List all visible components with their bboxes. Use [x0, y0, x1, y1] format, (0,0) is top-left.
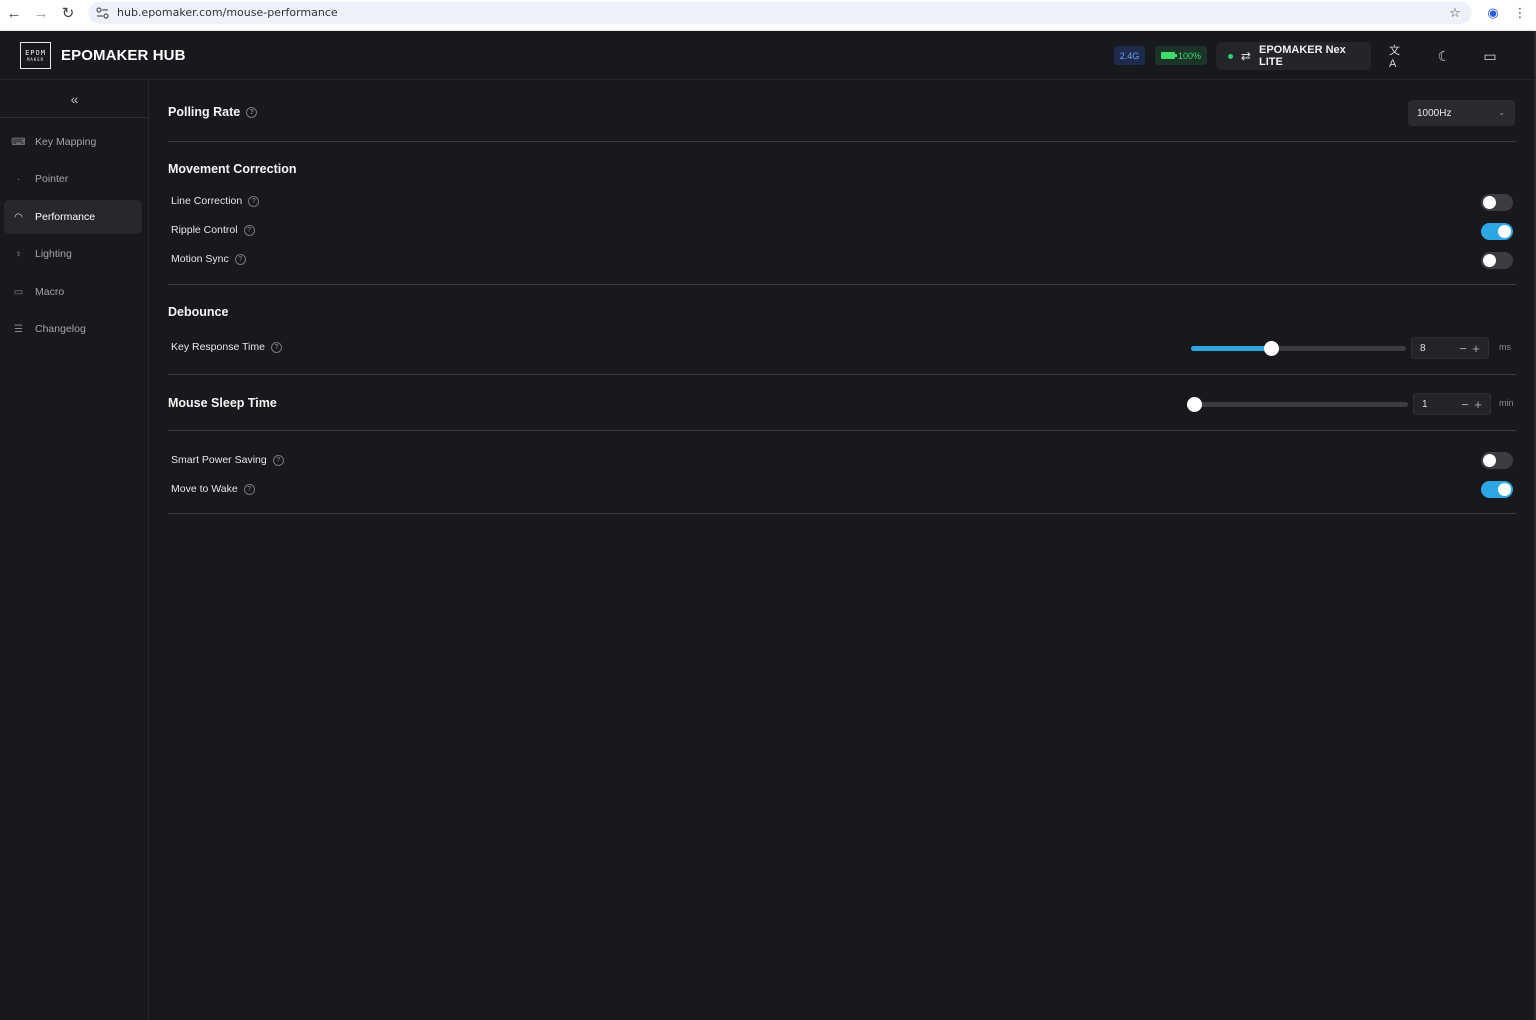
translate-icon[interactable]: 文A	[1389, 45, 1407, 70]
sidebar-item-pointer[interactable]: · Pointer	[4, 162, 142, 196]
mouse-sleep-time-title: Mouse Sleep Time	[168, 396, 277, 410]
sidebar-item-performance[interactable]: ◠ Performance	[4, 200, 142, 234]
toggle-knob	[1498, 483, 1511, 496]
divider	[168, 141, 1516, 142]
pointer-icon: ·	[16, 173, 21, 185]
slider-fill	[1191, 346, 1271, 351]
slider-thumb[interactable]	[1187, 397, 1202, 412]
connection-badge: 2.4G	[1114, 46, 1145, 65]
slider-thumb[interactable]	[1263, 341, 1279, 356]
divider	[168, 430, 1516, 431]
browser-toolbar: ← → ↻ hub.epomaker.com/mouse-performance…	[0, 0, 1536, 31]
swap-icon: ⇄	[1240, 49, 1251, 63]
forward-icon[interactable]: →	[30, 0, 52, 26]
ripple-control-label: Ripple Control ?	[171, 224, 255, 236]
gauge-icon: ◠	[14, 211, 23, 223]
epomaker-logo: EPOM MAKER	[20, 42, 51, 69]
sleep-time-stepper[interactable]: 1 − +	[1413, 393, 1491, 415]
bookmark-star-icon[interactable]: ☆	[1445, 4, 1465, 22]
smart-power-saving-toggle[interactable]	[1481, 452, 1513, 469]
keyboard-icon: ⌨	[11, 136, 26, 148]
move-to-wake-label: Move to Wake ?	[171, 483, 255, 495]
chevron-down-icon: ⌄	[1498, 108, 1505, 117]
help-icon[interactable]: ?	[234, 253, 246, 265]
document-icon: ☰	[14, 323, 23, 335]
collapse-sidebar-icon[interactable]: «	[0, 81, 149, 118]
polling-rate-select[interactable]: 1000Hz ⌄	[1408, 100, 1515, 126]
toggle-knob	[1483, 454, 1496, 467]
unit-label: min	[1499, 398, 1514, 408]
debounce-title: Debounce	[168, 305, 229, 319]
help-icon[interactable]: ?	[243, 224, 255, 236]
unit-label: ms	[1499, 342, 1511, 352]
back-icon[interactable]: ←	[3, 0, 25, 26]
sidebar: « ⌨ Key Mapping · Pointer ◠ Performance …	[0, 81, 149, 1020]
feedback-icon[interactable]: ▭	[1481, 47, 1499, 65]
sidebar-item-key-mapping[interactable]: ⌨ Key Mapping	[4, 125, 142, 159]
sidebar-item-changelog[interactable]: ☰ Changelog	[4, 312, 142, 346]
key-response-stepper[interactable]: 8 − +	[1411, 337, 1489, 359]
browser-menu-icon[interactable]: ⋮	[1510, 4, 1530, 22]
battery-icon	[1160, 52, 1177, 59]
toggle-knob	[1498, 225, 1511, 238]
help-icon[interactable]: ?	[248, 195, 260, 207]
device-switcher[interactable]: ⇄ EPOMAKER Nex LITE	[1216, 42, 1371, 70]
reload-icon[interactable]: ↻	[57, 0, 79, 26]
status-dot	[1228, 53, 1233, 59]
stepper-value[interactable]: 8	[1420, 343, 1426, 354]
minus-icon[interactable]: −	[1457, 340, 1469, 356]
sidebar-item-macro[interactable]: ▭ Macro	[4, 275, 142, 309]
site-settings-icon[interactable]	[96, 7, 109, 19]
plus-icon[interactable]: +	[1470, 340, 1482, 356]
app-title: EPOMAKER HUB	[61, 47, 186, 64]
profile-icon[interactable]: ◉	[1483, 4, 1503, 22]
macro-icon: ▭	[13, 286, 24, 298]
moon-icon[interactable]: ☾	[1435, 47, 1453, 65]
plus-icon[interactable]: +	[1472, 396, 1484, 412]
battery-badge: 100%	[1155, 46, 1207, 65]
stepper-value[interactable]: 1	[1422, 399, 1428, 410]
polling-rate-title: Polling Rate ?	[168, 105, 258, 119]
minus-icon[interactable]: −	[1459, 396, 1471, 412]
movement-correction-title: Movement Correction	[168, 162, 297, 176]
help-icon[interactable]: ?	[246, 106, 258, 118]
toggle-knob	[1483, 196, 1496, 209]
key-response-time-label: Key Response Time ?	[171, 341, 282, 353]
url-text[interactable]: hub.epomaker.com/mouse-performance	[117, 6, 338, 19]
line-correction-label: Line Correction ?	[171, 195, 260, 207]
device-name: EPOMAKER Nex LITE	[1258, 44, 1346, 68]
help-icon[interactable]: ?	[272, 454, 284, 466]
motion-sync-toggle[interactable]	[1481, 252, 1513, 269]
move-to-wake-toggle[interactable]	[1481, 481, 1513, 498]
sleep-time-slider[interactable]	[1187, 397, 1408, 412]
app-header: EPOM MAKER EPOMAKER HUB 2.4G 100% ⇄ EPOM…	[0, 31, 1534, 80]
line-correction-toggle[interactable]	[1481, 194, 1513, 211]
ripple-control-toggle[interactable]	[1481, 223, 1513, 240]
smart-power-saving-label: Smart Power Saving ?	[171, 454, 284, 466]
divider	[168, 374, 1516, 375]
key-response-slider[interactable]	[1191, 341, 1406, 356]
sidebar-item-lighting[interactable]: ♀ Lighting	[4, 237, 142, 271]
divider	[168, 284, 1516, 285]
divider	[168, 513, 1516, 514]
help-icon[interactable]: ?	[243, 483, 255, 495]
help-icon[interactable]: ?	[270, 341, 282, 353]
toggle-knob	[1483, 254, 1496, 267]
bulb-icon: ♀	[14, 248, 23, 260]
motion-sync-label: Motion Sync ?	[171, 253, 246, 265]
